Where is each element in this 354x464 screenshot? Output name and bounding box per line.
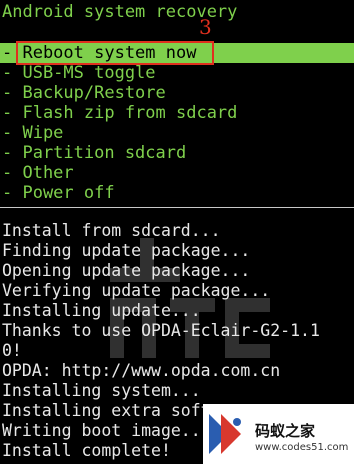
watermark-url-text: www.codes51.com [255, 442, 349, 453]
log-line: 0! [2, 341, 22, 360]
recovery-screen: Android system recovery - Reboot system … [0, 0, 354, 464]
log-line: Install from sdcard... [2, 221, 221, 240]
menu-item-wipe[interactable]: - Wipe [0, 123, 354, 143]
log-line: Verifying update package... [2, 281, 271, 300]
recovery-menu: - Reboot system now - USB-MS toggle - Ba… [0, 43, 354, 203]
log-line: Thanks to use OPDA-Eclair-G2-1.1 [2, 321, 320, 340]
section-divider [0, 207, 354, 208]
menu-item-partition-sdcard[interactable]: - Partition sdcard [0, 143, 354, 163]
menu-item-usb-ms-toggle[interactable]: - USB-MS toggle [0, 63, 354, 83]
log-line: Installing update... [2, 301, 201, 320]
ant-logo-icon [209, 414, 241, 454]
log-line: Installing system... [2, 381, 201, 400]
menu-item-flash-zip[interactable]: - Flash zip from sdcard [0, 103, 354, 123]
log-line: OPDA: http://www.opda.com.cn [2, 361, 281, 380]
menu-item-backup-restore[interactable]: - Backup/Restore [0, 83, 354, 103]
log-line: Opening update package... [2, 261, 251, 280]
menu-item-power-off[interactable]: - Power off [0, 183, 354, 203]
site-watermark-badge: 码蚁之家 www.codes51.com [203, 404, 354, 464]
annotation-highlight-box [16, 41, 214, 65]
annotation-step-number: 3 [199, 15, 212, 39]
watermark-brand-text: 码蚁之家 [255, 422, 316, 440]
log-line: Finding update package... [2, 241, 251, 260]
menu-item-other[interactable]: - Other [0, 163, 354, 183]
